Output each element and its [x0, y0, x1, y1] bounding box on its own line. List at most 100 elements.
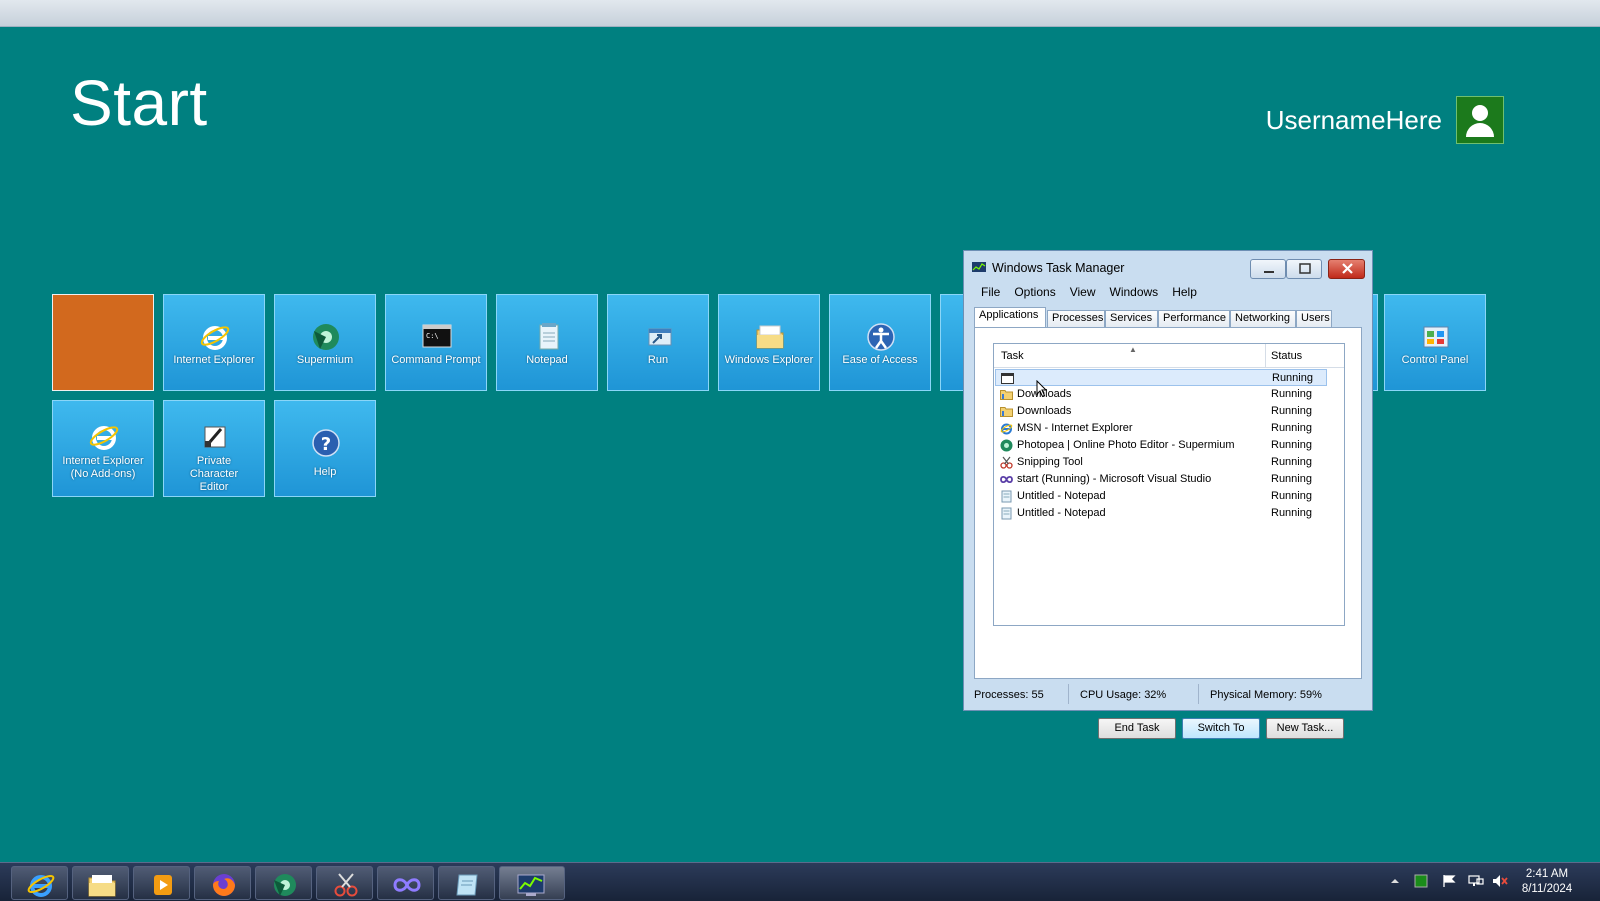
visual-studio-icon	[393, 878, 421, 892]
task-name: Snipping Tool	[1017, 456, 1083, 468]
mouse-cursor-icon	[1036, 380, 1048, 398]
column-header-status[interactable]: Status	[1271, 350, 1302, 362]
task-status: Running	[1271, 473, 1312, 485]
tile-supermium[interactable]: Supermium	[274, 294, 376, 391]
status-memory: Physical Memory: 59%	[1210, 689, 1322, 701]
column-header-task[interactable]: Task	[1001, 350, 1024, 362]
tile-label: Internet Explorer	[173, 354, 255, 366]
taskbar-media-player[interactable]	[133, 866, 190, 900]
notepad-icon	[539, 323, 559, 350]
command-prompt-icon: C:\	[422, 324, 452, 348]
notepad-icon	[1001, 507, 1012, 520]
taskbar-snipping-tool[interactable]	[316, 866, 373, 900]
table-row[interactable]: start (Running) - Microsoft Visual Studi…	[995, 471, 1327, 488]
svg-text:?: ?	[321, 434, 331, 455]
network-icon[interactable]	[1468, 874, 1484, 888]
task-manager-tray-icon[interactable]	[1414, 874, 1428, 888]
tile-ease-of-access[interactable]: Ease of Access	[829, 294, 931, 391]
action-center-flag-icon[interactable]	[1442, 874, 1458, 888]
internet-explorer-icon	[200, 326, 230, 350]
task-manager-icon	[517, 874, 545, 896]
table-row[interactable]: Snipping Tool Running	[995, 454, 1327, 471]
task-manager-window[interactable]: Windows Task Manager File Options View W…	[963, 250, 1373, 739]
taskbar-notepad[interactable]	[438, 866, 495, 900]
volume-muted-icon[interactable]	[1492, 874, 1508, 888]
taskbar-task-manager[interactable]	[499, 866, 565, 900]
tab-processes[interactable]: Processes	[1047, 310, 1105, 327]
table-row[interactable]: MSN - Internet Explorer Running	[995, 420, 1327, 437]
menu-file[interactable]: File	[974, 283, 1007, 301]
menu-view[interactable]: View	[1063, 283, 1103, 301]
task-name: Downloads	[1017, 405, 1072, 417]
minimize-icon	[1264, 271, 1274, 273]
minimize-button[interactable]	[1250, 259, 1286, 279]
table-row[interactable]: Photopea | Online Photo Editor - Supermi…	[995, 437, 1327, 454]
task-list[interactable]: ▲ Task Status Running Downloads Running	[993, 343, 1345, 626]
snipping-tool-icon	[1000, 456, 1013, 469]
tile-blank[interactable]	[52, 294, 154, 391]
taskbar-supermium[interactable]	[255, 866, 312, 900]
maximize-button[interactable]	[1286, 259, 1322, 279]
svg-text:C:\: C:\	[426, 332, 439, 340]
firefox-icon	[213, 874, 235, 896]
media-player-icon	[154, 875, 172, 895]
column-divider[interactable]	[1265, 344, 1266, 367]
tab-networking[interactable]: Networking	[1230, 310, 1296, 327]
tab-applications[interactable]: Applications	[974, 307, 1046, 328]
folder-icon	[756, 325, 784, 349]
task-name: Untitled - Notepad	[1017, 490, 1106, 502]
tile-label: Supermium	[296, 354, 354, 366]
tile-command-prompt[interactable]: C:\ Command Prompt	[385, 294, 487, 391]
tile-label: Windows Explorer	[724, 354, 814, 366]
internet-explorer-icon	[27, 874, 55, 897]
run-icon	[648, 328, 672, 346]
user-account[interactable]: UsernameHere	[1266, 96, 1504, 144]
tile-run[interactable]: Run	[607, 294, 709, 391]
maximize-icon	[1299, 263, 1311, 274]
status-bar: Processes: 55 CPU Usage: 32% Physical Me…	[966, 681, 1370, 707]
applications-panel: ▲ Task Status Running Downloads Running	[974, 327, 1362, 739]
clock[interactable]: 2:41 AM 8/11/2024	[1507, 867, 1587, 897]
user-avatar-icon[interactable]	[1456, 96, 1504, 144]
end-task-button[interactable]: End Task	[1098, 718, 1176, 739]
taskbar-internet-explorer[interactable]	[11, 866, 68, 900]
tile-internet-explorer-no-addons[interactable]: Internet Explorer (No Add-ons)	[52, 400, 154, 497]
status-processes: Processes: 55	[974, 689, 1044, 701]
window-title-bar[interactable]: Windows Task Manager	[972, 261, 1124, 275]
switch-to-button[interactable]: Switch To	[1182, 718, 1260, 739]
taskbar-windows-explorer[interactable]	[72, 866, 129, 900]
taskbar: 2:41 AM 8/11/2024	[0, 862, 1600, 901]
folder-icon	[1000, 390, 1013, 400]
show-hidden-icons-icon[interactable]	[1390, 876, 1400, 886]
table-row[interactable]: Untitled - Notepad Running	[995, 505, 1327, 522]
tab-performance[interactable]: Performance	[1158, 310, 1230, 327]
table-row[interactable]: Downloads Running	[995, 403, 1327, 420]
menu-windows[interactable]: Windows	[1103, 283, 1166, 301]
tile-windows-explorer[interactable]: Windows Explorer	[718, 294, 820, 391]
tile-label: Run	[647, 354, 669, 366]
close-button[interactable]	[1328, 259, 1365, 279]
tab-users[interactable]: Users	[1296, 310, 1332, 327]
tile-notepad[interactable]: Notepad	[496, 294, 598, 391]
tab-bar: Applications Processes Services Performa…	[974, 307, 1362, 328]
taskbar-firefox[interactable]	[194, 866, 251, 900]
task-status: Running	[1271, 439, 1312, 451]
task-name: MSN - Internet Explorer	[1017, 422, 1133, 434]
internet-explorer-icon	[1000, 423, 1013, 435]
menu-help[interactable]: Help	[1165, 283, 1204, 301]
tab-services[interactable]: Services	[1105, 310, 1158, 327]
tile-internet-explorer[interactable]: Internet Explorer	[163, 294, 265, 391]
menu-options[interactable]: Options	[1007, 283, 1062, 301]
table-row[interactable]: Untitled - Notepad Running	[995, 488, 1327, 505]
tile-private-character-editor[interactable]: Private Character Editor	[163, 400, 265, 497]
taskbar-visual-studio[interactable]	[377, 866, 434, 900]
tile-help[interactable]: ? Help	[274, 400, 376, 497]
sort-arrow-icon: ▲	[1129, 345, 1137, 354]
notepad-icon	[1001, 490, 1012, 503]
tile-label: Private Character Editor	[189, 455, 239, 493]
status-cpu: CPU Usage: 32%	[1080, 689, 1167, 701]
new-task-button[interactable]: New Task...	[1266, 718, 1344, 739]
task-name: Untitled - Notepad	[1017, 507, 1106, 519]
tile-control-panel[interactable]: Control Panel	[1384, 294, 1486, 391]
clock-time: 2:41 AM	[1525, 868, 1569, 880]
